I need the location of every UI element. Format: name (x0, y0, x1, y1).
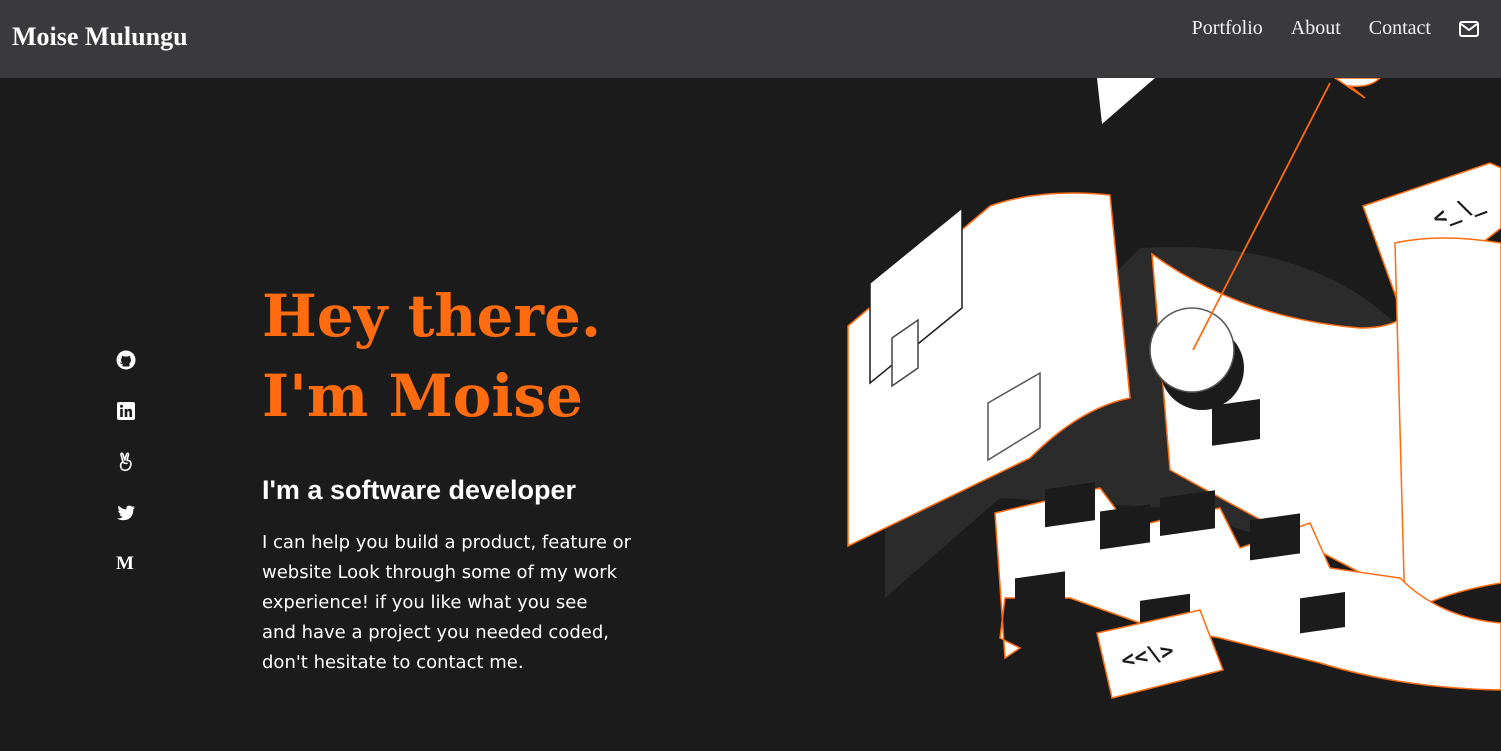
nav-link-contact[interactable]: Contact (1369, 17, 1431, 40)
hero-illustration: <_\_ <<\> (840, 77, 1501, 751)
hero-title: Hey there. I'm Moise (262, 282, 732, 435)
nav-link-about[interactable]: About (1291, 17, 1341, 40)
envelope-icon[interactable] (1459, 20, 1479, 37)
medium-icon[interactable]: M (116, 554, 138, 576)
hero-description-line: I can help you build a product, feature … (262, 532, 632, 553)
nav-link-portfolio[interactable]: Portfolio (1192, 17, 1263, 40)
hero-description-line: don't hesitate to contact me. (262, 652, 524, 673)
nav-links: Portfolio About Contact (1164, 17, 1479, 40)
angellist-icon[interactable] (116, 452, 138, 474)
hero-subtitle: I'm a software developer (262, 475, 577, 505)
linkedin-icon[interactable] (116, 401, 138, 423)
hero: Hey there. I'm Moise I'm a software deve… (262, 282, 732, 678)
hero-description-line: experience! if you like what you see (262, 592, 588, 613)
github-icon[interactable] (116, 350, 138, 372)
hero-description-line: website Look through some of my work (262, 562, 618, 583)
navbar: Moise Mulungu Portfolio About Contact (0, 0, 1501, 78)
social-links: M (116, 350, 138, 605)
hero-description: I can help you build a product, feature … (262, 528, 682, 678)
hero-name: I'm Moise (262, 362, 583, 430)
brand-logo-link[interactable]: Moise Mulungu (12, 22, 188, 52)
hero-greeting: Hey there. (262, 282, 602, 350)
twitter-icon[interactable] (116, 503, 138, 525)
hero-description-line: and have a project you needed coded, (262, 622, 609, 643)
